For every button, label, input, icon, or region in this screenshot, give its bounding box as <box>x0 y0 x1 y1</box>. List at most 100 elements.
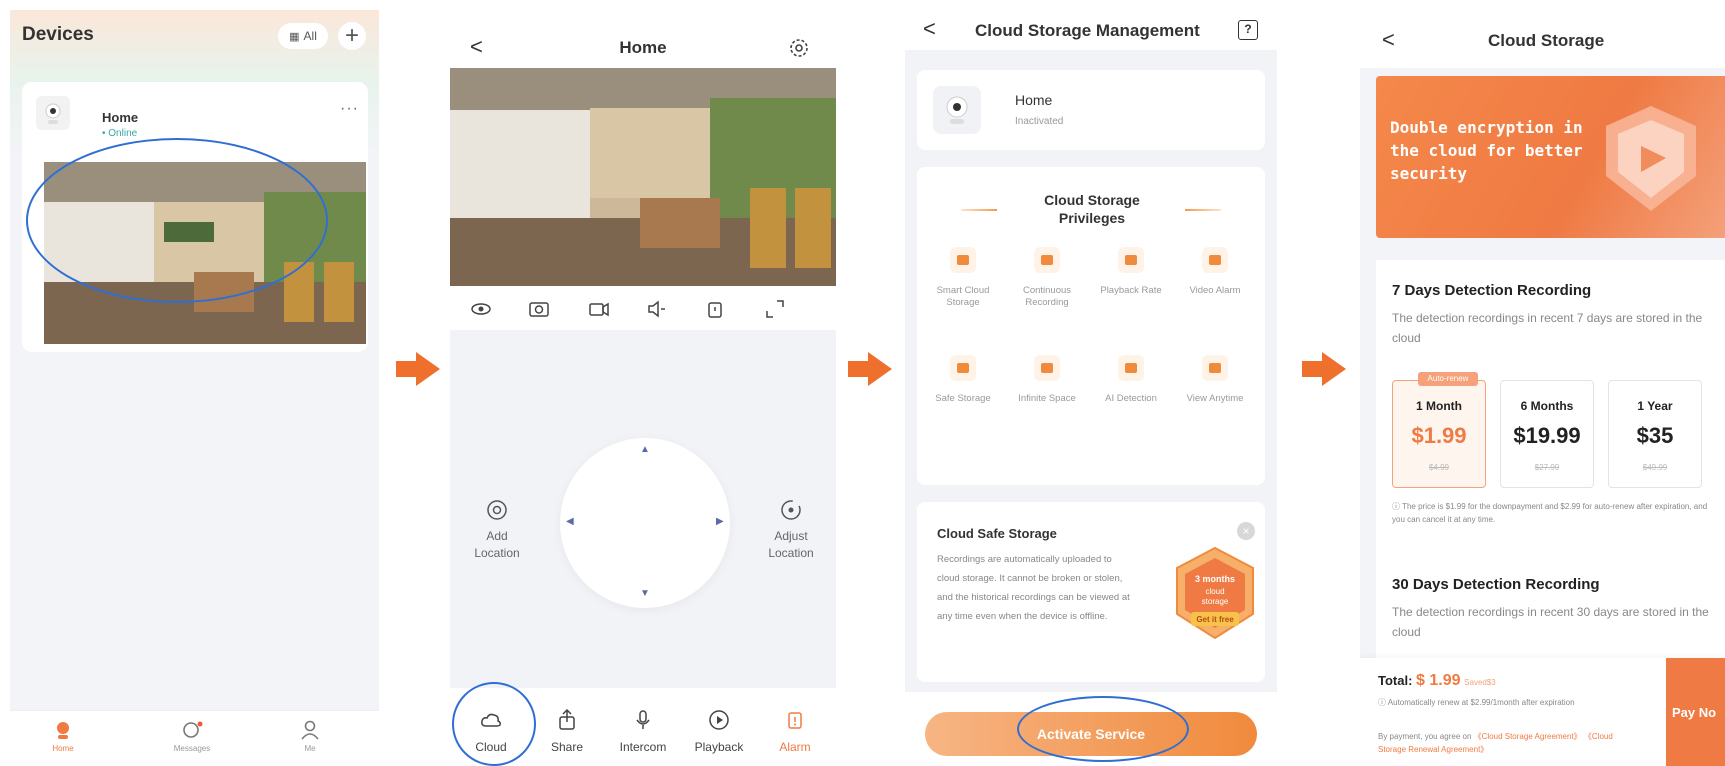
cloud-icon <box>481 713 501 727</box>
help-icon[interactable]: ? <box>1238 20 1258 40</box>
activate-service-button[interactable]: Activate Service <box>925 712 1257 756</box>
tab-home[interactable]: Home <box>23 719 103 753</box>
privilege-label: Safe Storage <box>935 393 991 404</box>
page-title: Cloud Storage <box>1488 31 1605 50</box>
top-bar: < Cloud Storage Management ? <box>905 10 1277 50</box>
video-control-bar <box>450 286 836 330</box>
microphone-icon <box>636 710 650 729</box>
ai-detection-icon <box>1118 355 1144 381</box>
plan-card-1-year[interactable]: 1 Year $35 $49.99 <box>1608 380 1702 488</box>
agreement-link[interactable]: 《Cloud Storage Agreement》 <box>1474 732 1582 741</box>
banner-text: Double encryption in the cloud for bette… <box>1390 118 1583 183</box>
privilege-item: Smart Cloud Storage <box>925 247 1001 309</box>
privilege-item: Infinite Space <box>1009 355 1085 405</box>
ptz-joystick[interactable]: ▲ ▼ ◀ ▶ <box>560 438 730 608</box>
device-card: Home Inactivated <box>917 70 1265 150</box>
plan-name: 6 Months <box>1520 399 1574 413</box>
plan-card-1-month[interactable]: 1 Month $1.99 $4.99 <box>1392 380 1486 488</box>
home-icon <box>57 722 69 739</box>
back-button[interactable]: < <box>923 16 936 42</box>
privilege-item: AI Detection <box>1093 355 1169 405</box>
tab-home-label: Home <box>52 744 74 753</box>
arrow-right-icon <box>396 352 440 386</box>
live-video[interactable] <box>450 68 836 286</box>
close-icon[interactable]: × <box>1237 522 1255 540</box>
share-icon <box>559 708 575 730</box>
privilege-item: Safe Storage <box>925 355 1001 405</box>
auto-renew-badge: Auto-renew <box>1418 372 1478 386</box>
playback-icon <box>709 710 729 730</box>
plan-7-days-description: The detection recordings in recent 7 day… <box>1392 311 1703 345</box>
tab-messages[interactable]: Messages <box>152 719 232 753</box>
title-decoration <box>1185 209 1221 211</box>
total-saved: Saved$3 <box>1464 678 1496 687</box>
price-note-text: The price is $1.99 for the downpayment a… <box>1392 502 1708 524</box>
alarm-clock-icon[interactable] <box>704 298 726 320</box>
renew-note-text: Automatically renew at $2.99/1month afte… <box>1387 698 1575 707</box>
left-arrow-icon[interactable]: ◀ <box>566 516 574 527</box>
storage-icon <box>1034 355 1060 381</box>
alarm-icon <box>788 712 802 729</box>
plan-30-days-title: 30 Days Detection Recording <box>1392 576 1600 593</box>
playback-button[interactable]: Playback <box>684 708 754 754</box>
page-title: Home <box>619 38 667 57</box>
adjust-location-icon <box>781 500 801 520</box>
pay-now-button[interactable]: Pay No <box>1666 658 1725 766</box>
page-title: Devices <box>22 24 94 45</box>
share-button[interactable]: Share <box>532 708 602 754</box>
messages-icon <box>183 721 203 738</box>
total-label: Total: <box>1378 673 1413 688</box>
recording-icon <box>1034 247 1060 273</box>
tab-me[interactable]: Me <box>270 719 350 753</box>
renew-note: ⓘ Automatically renew at $2.99/1month af… <box>1378 696 1618 709</box>
add-device-button[interactable]: + <box>338 22 366 50</box>
intercom-button[interactable]: Intercom <box>608 708 678 754</box>
badge-cta: Get it free <box>1196 615 1234 624</box>
free-storage-badge[interactable]: 3 months cloud storage Get it free <box>1167 544 1263 644</box>
add-location-icon <box>487 500 507 520</box>
bottom-tab-bar: Home Messages Me <box>10 710 379 766</box>
eye-icon[interactable] <box>470 298 492 320</box>
cloud-button[interactable]: Cloud <box>456 708 526 754</box>
cloud-storage-purchase-screen: < Cloud Storage Double encryption in the… <box>1360 10 1725 766</box>
plan-price: $35 <box>1636 423 1674 448</box>
top-bar: < Home <box>450 28 836 68</box>
safe-storage-text: Recordings are automatically uploaded to… <box>937 554 1130 622</box>
privilege-label: Playback Rate <box>1100 285 1162 296</box>
privilege-item: Playback Rate <box>1093 247 1169 297</box>
adjust-location-button[interactable]: Adjust Location <box>746 498 836 562</box>
alarm-button[interactable]: Alarm <box>760 708 830 754</box>
intercom-label: Intercom <box>619 740 667 754</box>
more-options-button[interactable]: ··· <box>340 100 359 118</box>
gear-icon[interactable] <box>788 37 810 59</box>
record-icon[interactable] <box>588 298 610 320</box>
all-filter-button[interactable]: ▦ All <box>278 23 328 49</box>
add-location-button[interactable]: Add Location <box>452 498 542 562</box>
shield-illustration <box>1606 106 1696 211</box>
plan-card-6-months[interactable]: 6 Months $19.99 $27.99 <box>1500 380 1594 488</box>
plan-name: 1 Month <box>1416 399 1462 413</box>
badge-line-1: 3 months <box>1195 574 1235 584</box>
cloud-storage-icon <box>950 247 976 273</box>
up-arrow-icon[interactable]: ▲ <box>640 444 650 455</box>
privilege-label: Smart Cloud Storage <box>936 285 990 308</box>
device-status-text: Online <box>108 128 138 139</box>
privilege-label: Infinite Space <box>1018 393 1076 404</box>
plan-30-days-description: The detection recordings in recent 30 da… <box>1392 605 1709 639</box>
snapshot-icon[interactable] <box>528 298 550 320</box>
right-arrow-icon[interactable]: ▶ <box>716 516 724 527</box>
video-alarm-icon <box>1202 247 1228 273</box>
alarm-label: Alarm <box>779 740 811 754</box>
camera-preview[interactable] <box>44 162 366 344</box>
grid-icon: ▦ <box>289 30 300 43</box>
down-arrow-icon[interactable]: ▼ <box>640 588 650 599</box>
back-button[interactable]: < <box>1382 27 1395 53</box>
fullscreen-icon[interactable] <box>764 298 786 320</box>
device-card[interactable]: Home • Online ··· <box>22 82 368 352</box>
camera-icon <box>36 96 70 130</box>
tab-messages-label: Messages <box>173 744 211 753</box>
safe-storage-title: Cloud Safe Storage <box>937 526 1057 541</box>
device-name: Home <box>102 110 139 125</box>
mute-icon[interactable] <box>646 298 668 320</box>
tab-me-label: Me <box>304 744 316 753</box>
